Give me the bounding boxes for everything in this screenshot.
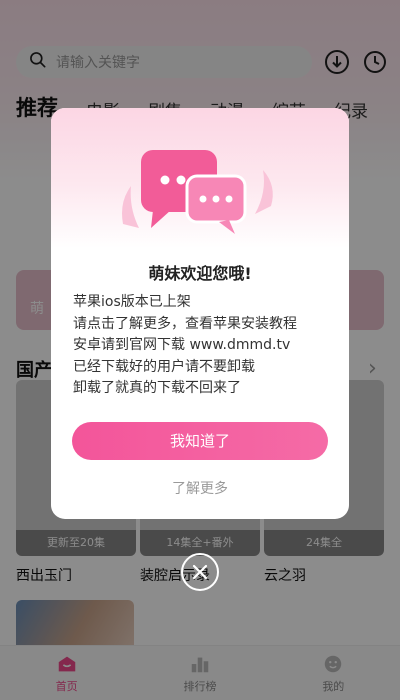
chat-bubbles-icon [122,150,273,234]
got-it-button[interactable]: 我知道了 [72,422,328,460]
dialog-line: 请点击了解更多，查看苹果安装教程 [73,315,297,332]
dialog-line: 已经下载好的用户请不要卸载 [73,358,255,375]
welcome-dialog: 萌妹欢迎您哦! 苹果ios版本已上架 请点击了解更多，查看苹果安装教程 安卓请到… [51,108,349,519]
dialog-line: 安卓请到官网下载 www.dmmd.tv [73,337,291,353]
learn-more-link[interactable]: 了解更多 [51,478,349,498]
dialog-title: 萌妹欢迎您哦! [148,264,252,283]
dialog-line: 苹果ios版本已上架 [73,294,191,310]
dialog-message: 苹果ios版本已上架 请点击了解更多，查看苹果安装教程 安卓请到官网下载 www… [73,292,333,400]
dialog-line: 卸载了就真的下载不回来了 [73,380,241,396]
close-dialog-button[interactable] [181,553,219,591]
close-icon [192,564,208,580]
